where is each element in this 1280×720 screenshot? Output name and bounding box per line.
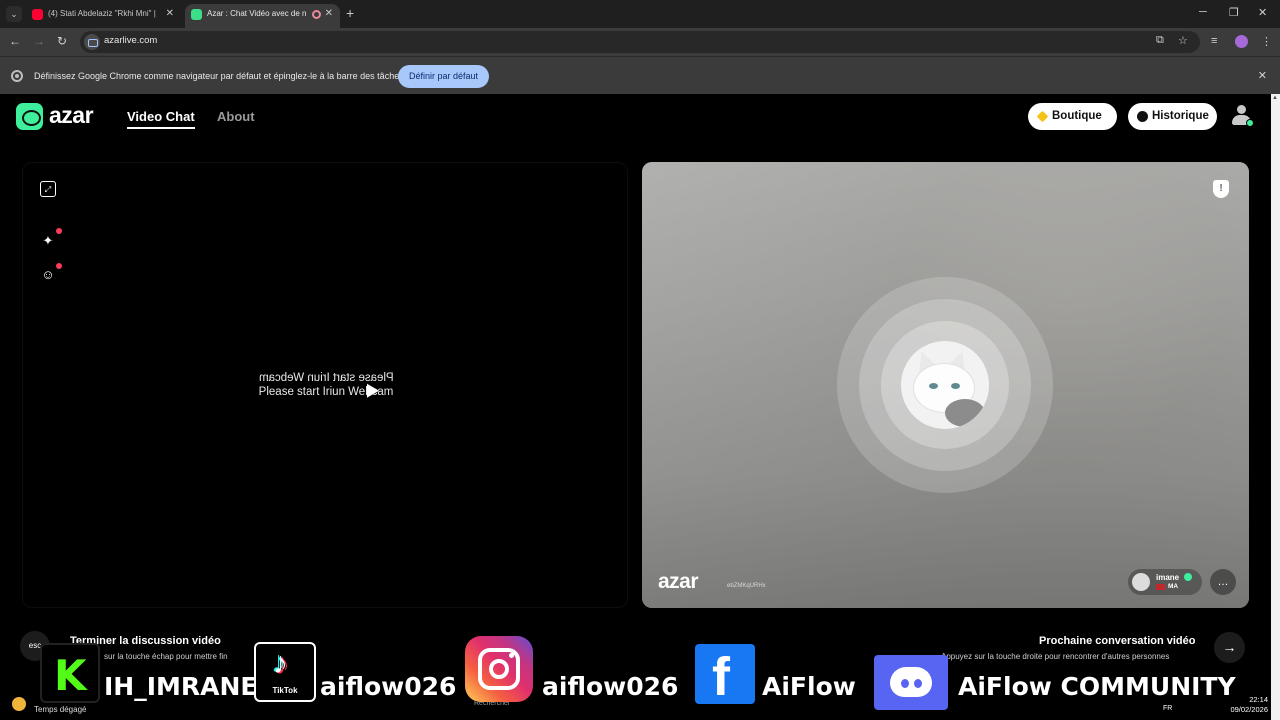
sticker-alert-dot	[56, 263, 62, 269]
scroll-up-icon[interactable]: ▲	[1272, 95, 1278, 101]
avatar-head	[1237, 105, 1246, 114]
clock-icon	[1137, 111, 1148, 122]
verified-badge-icon	[1184, 573, 1192, 581]
cat-eye	[951, 383, 960, 389]
next-arrow-button[interactable]: →	[1214, 632, 1245, 663]
recording-icon	[312, 10, 321, 19]
close-tab-icon[interactable]: ✕	[166, 4, 174, 24]
site-info-icon[interactable]	[84, 34, 100, 50]
history-button[interactable]: Historique	[1128, 103, 1217, 130]
cat-eye	[929, 383, 938, 389]
tiktok-handle: aiflow026	[320, 672, 457, 701]
tiktok-note-icon: ♪	[273, 647, 288, 680]
close-window-button[interactable]: ✕	[1258, 6, 1267, 19]
tab-title: (4) Stati Abdelaziz "Rkhi Mni" |	[48, 9, 156, 18]
morocco-flag-icon	[1156, 584, 1165, 590]
discord-logo-icon	[874, 655, 948, 710]
forward-icon[interactable]: →	[33, 34, 45, 48]
remote-video-panel: ! azar ebZMKqURHx imane MA …	[642, 162, 1249, 608]
facebook-handle: AiFlow	[762, 672, 856, 701]
next-chat-hint: Appuyez sur la touche droite pour rencon…	[941, 652, 1170, 661]
online-status-icon	[1246, 119, 1254, 127]
browser-tab-azar[interactable]: Azar : Chat Vidéo avec de n ✕	[185, 4, 340, 28]
restore-button[interactable]: ❐	[1229, 6, 1239, 19]
instagram-logo-icon	[465, 636, 533, 702]
kick-handle: IH_IMRANE	[104, 672, 258, 701]
peer-name: imane	[1156, 573, 1180, 582]
sticker-icon[interactable]: ☺	[40, 267, 56, 283]
new-tab-button[interactable]: +	[346, 5, 354, 21]
tab-search-button[interactable]: ⌄	[6, 6, 22, 22]
peer-country: MA	[1168, 583, 1179, 590]
shop-label: Boutique	[1052, 110, 1102, 122]
discord-eye	[914, 679, 922, 688]
input-language[interactable]: FR	[1163, 705, 1172, 712]
watermark-id: ebZMKqURHx	[727, 583, 766, 589]
report-shield-icon[interactable]: !	[1213, 180, 1229, 198]
discord-face	[890, 667, 932, 697]
effects-alert-dot	[56, 228, 62, 234]
discord-eye	[901, 679, 909, 688]
azar-logo-icon[interactable]	[16, 103, 43, 130]
nav-about[interactable]: About	[217, 109, 255, 124]
peer-profile-photo	[901, 341, 989, 429]
tiktok-label: TikTok	[272, 686, 298, 695]
clock-date[interactable]: 09/02/2026	[1224, 705, 1268, 714]
instagram-lens	[489, 659, 509, 679]
gem-icon	[1036, 110, 1049, 123]
address-bar[interactable]: azarlive.com ⧉ ☆	[80, 31, 1200, 53]
clock-time[interactable]: 22:14	[1232, 695, 1268, 704]
chrome-menu-icon[interactable]: ⋮	[1261, 35, 1272, 48]
weather-moon-icon[interactable]	[12, 697, 26, 711]
default-browser-infobar: Définissez Google Chrome comme navigateu…	[0, 56, 1280, 94]
webcam-message: Please start Iriun Webcam Please start I…	[23, 371, 629, 399]
url-text: azarlive.com	[104, 35, 158, 46]
azar-watermark: azar	[658, 570, 699, 593]
azar-logo-text[interactable]: azar	[49, 102, 94, 129]
chat-bubble-icon[interactable]: …	[1210, 569, 1236, 595]
nav-video-chat[interactable]: Video Chat	[127, 109, 195, 129]
tab-title: Azar : Chat Vidéo avec de n	[207, 9, 307, 18]
peer-avatar	[1132, 573, 1150, 591]
instagram-dot	[509, 653, 514, 658]
kick-logo-icon: K	[40, 643, 100, 703]
azar-favicon-icon	[191, 9, 202, 20]
discord-handle: AiFlow COMMUNITY	[958, 672, 1236, 701]
reload-icon[interactable]: ↻	[57, 34, 67, 48]
infobar-message: Définissez Google Chrome comme navigateu…	[34, 71, 404, 81]
set-default-button[interactable]: Définir par défaut	[398, 65, 489, 88]
page-scrollbar[interactable]: ▲	[1271, 94, 1280, 720]
end-chat-hint: sur la touche échap pour mettre fin	[104, 652, 228, 661]
close-tab-icon[interactable]: ✕	[325, 4, 333, 24]
youtube-icon	[32, 9, 43, 20]
back-icon[interactable]: ←	[9, 34, 21, 48]
peer-info-chip[interactable]: imane MA	[1128, 569, 1202, 595]
browser-tab-strip: ⌄ (4) Stati Abdelaziz "Rkhi Mni" | ✕ Aza…	[0, 0, 1280, 28]
browser-tab-youtube[interactable]: (4) Stati Abdelaziz "Rkhi Mni" | ✕	[26, 4, 181, 28]
chrome-logo-icon	[11, 70, 23, 82]
shop-button[interactable]: Boutique	[1028, 103, 1117, 130]
facebook-logo-icon: f	[695, 644, 755, 707]
user-avatar[interactable]	[1229, 103, 1254, 128]
tiktok-logo-icon: ♪ TikTok	[254, 642, 316, 702]
install-app-icon[interactable]: ⧉	[1156, 34, 1164, 47]
local-video-panel: ⤢ ✦ ☺ Please start Iriun Webcam Please s…	[22, 162, 628, 608]
magic-wand-icon[interactable]: ✦	[40, 233, 56, 249]
browser-toolbar: ← → ↻ azarlive.com ⧉ ☆ ≡ ⋮	[0, 28, 1280, 56]
minimize-button[interactable]: ─	[1199, 6, 1207, 18]
instagram-handle: aiflow026	[542, 672, 679, 701]
kitten	[945, 399, 985, 427]
infobar-close-icon[interactable]: ✕	[1258, 69, 1267, 82]
fullscreen-icon[interactable]: ⤢	[40, 181, 56, 197]
profile-avatar-icon[interactable]	[1235, 35, 1248, 48]
bookmark-star-icon[interactable]: ☆	[1178, 34, 1188, 47]
media-control-icon[interactable]: ≡	[1211, 35, 1217, 47]
history-label: Historique	[1152, 110, 1209, 122]
next-chat-title: Prochaine conversation vidéo	[1039, 635, 1196, 647]
azar-page: azar Video Chat About Boutique Historiqu…	[0, 94, 1280, 720]
weather-text[interactable]: Temps dégagé	[34, 705, 86, 714]
